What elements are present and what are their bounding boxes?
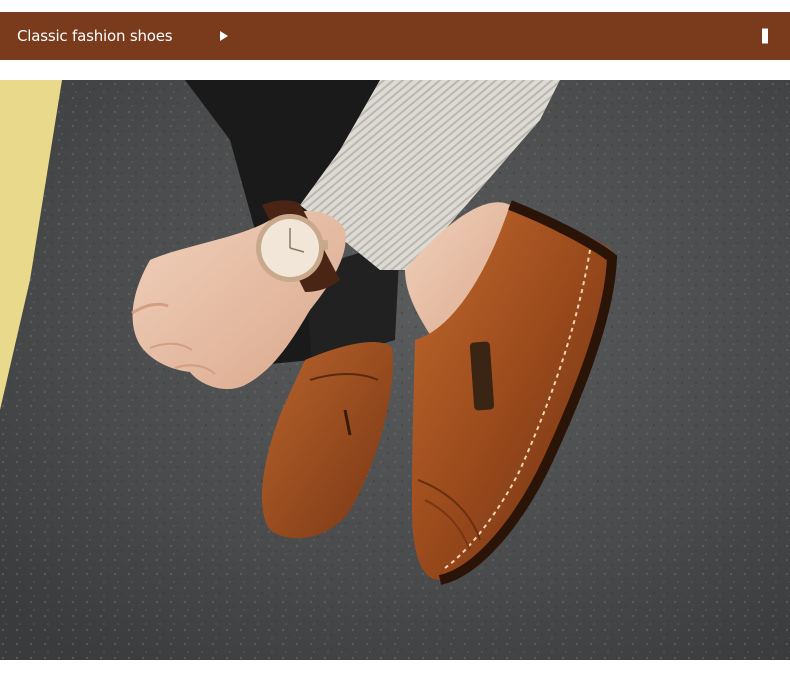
play-arrow-icon [220, 31, 228, 41]
header-banner: Classic fashion shoes [0, 12, 790, 60]
product-photo [0, 80, 790, 660]
banner-title: Classic fashion shoes [17, 27, 173, 45]
vertical-bar-icon [762, 28, 768, 44]
product-photo-illustration [0, 80, 790, 660]
